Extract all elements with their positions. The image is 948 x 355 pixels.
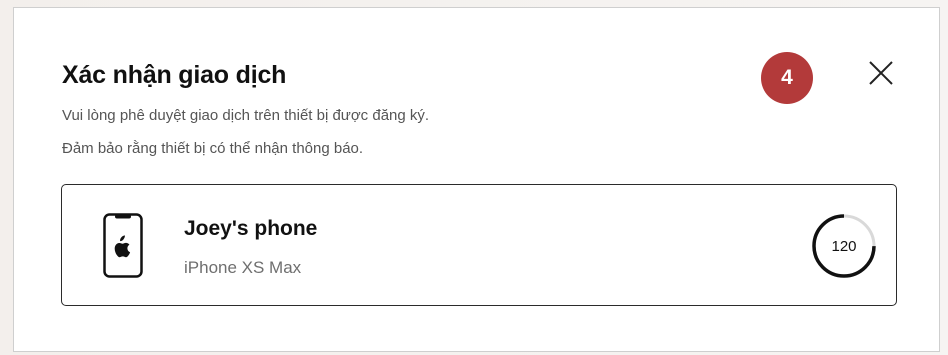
dialog-subtitle-line-2: Đảm bảo rằng thiết bị có thể nhận thông … <box>62 140 364 157</box>
background: Xác nhận giao dịch Vui lòng phê duyệt gi… <box>0 0 948 355</box>
countdown-timer: 120 <box>811 213 877 279</box>
confirm-transaction-dialog: Xác nhận giao dịch Vui lòng phê duyệt gi… <box>13 7 940 352</box>
device-name: Joey's phone <box>184 217 318 240</box>
device-model: iPhone XS Max <box>184 258 302 277</box>
close-icon <box>869 61 893 85</box>
apple-phone-icon <box>103 213 143 278</box>
device-card[interactable]: Joey's phone iPhone XS Max 120 <box>61 184 897 306</box>
step-badge: 4 <box>761 52 813 104</box>
timer-value: 120 <box>831 237 857 255</box>
dialog-subtitle-line-1: Vui lòng phê duyệt giao dịch trên thiết … <box>62 107 430 124</box>
dialog-title: Xác nhận giao dịch <box>62 61 287 89</box>
close-button[interactable] <box>866 58 896 88</box>
